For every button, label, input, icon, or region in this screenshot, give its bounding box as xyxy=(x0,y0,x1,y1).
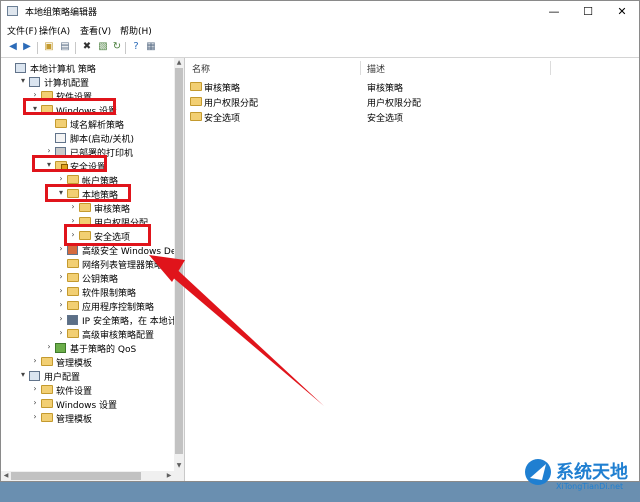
red-arrow-annotation xyxy=(149,255,324,406)
watermark-title: 系统天地 xyxy=(556,462,628,483)
watermark-logo: 系统天地 XiTongTianDi.net xyxy=(520,452,640,499)
watermark-url: XiTongTianDi.net xyxy=(556,482,624,491)
